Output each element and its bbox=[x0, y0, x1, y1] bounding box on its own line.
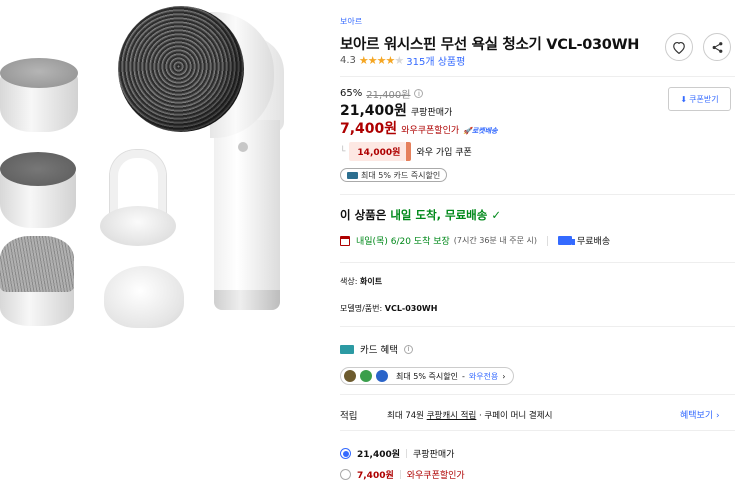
coupon-price-row: 7,400원 와우쿠폰할인가 🚀로켓배송 bbox=[340, 118, 498, 138]
chevron-right-icon: › bbox=[502, 371, 506, 381]
card-icon bbox=[340, 344, 354, 354]
rocket-delivery-badge: 🚀로켓배송 bbox=[463, 127, 498, 135]
coupon-download-button[interactable]: ⬇ 쿠폰받기 bbox=[668, 87, 731, 111]
delivery-date: 내일(목) 6/20 도착 보장 bbox=[356, 237, 450, 247]
model-option: 모델명/품번: VCL-030WH bbox=[340, 304, 438, 313]
radio-selected[interactable] bbox=[340, 448, 351, 459]
review-count-link[interactable]: 315개 상품평 bbox=[406, 53, 465, 68]
card-icon bbox=[347, 171, 358, 179]
calendar-icon bbox=[340, 235, 350, 246]
radio-unselected[interactable] bbox=[340, 469, 351, 480]
divider bbox=[340, 430, 735, 431]
price-option-coupon[interactable]: 7,400원 와우쿠폰할인가 bbox=[340, 468, 465, 481]
heart-icon bbox=[673, 41, 685, 54]
delivery-row: 내일(목) 6/20 도착 보장 (7시간 36분 내 주문 시) 무료배송 bbox=[340, 234, 610, 247]
divider bbox=[340, 394, 735, 395]
wow-coupon-label: 와우 가입 쿠폰 bbox=[416, 148, 472, 158]
truck-icon bbox=[557, 236, 575, 245]
info-icon[interactable]: i bbox=[403, 344, 413, 354]
bank-icon bbox=[376, 370, 388, 382]
sale-price-row: 21,400원 쿠팡판매가 bbox=[340, 100, 452, 120]
option-label: 와우쿠폰할인가 bbox=[406, 471, 465, 481]
bank-icon bbox=[344, 370, 356, 382]
divider bbox=[340, 194, 735, 195]
info-icon[interactable]: i bbox=[414, 89, 424, 98]
cleaner-base-image bbox=[214, 290, 280, 310]
card-discount-badge[interactable]: 최대 5% 카드 즉시할인 bbox=[340, 168, 448, 182]
shipping-fee: 무료배송 bbox=[576, 237, 611, 247]
wall-holder-image bbox=[100, 150, 176, 250]
original-price: 21,400원 bbox=[366, 90, 411, 101]
card-benefit-badge[interactable]: 최대 5% 즉시할인 - 와우전용 › bbox=[340, 367, 515, 385]
color-value: 화이트 bbox=[359, 277, 383, 286]
brush-head-image bbox=[118, 6, 274, 144]
divider bbox=[340, 262, 735, 263]
wishlist-button[interactable] bbox=[665, 33, 693, 61]
option-amount: 21,400원 bbox=[357, 450, 401, 460]
share-icon bbox=[712, 41, 722, 53]
wow-coupon-row: └ 14,000원 와우 가입 쿠폰 bbox=[340, 142, 472, 161]
coupon-button-label: 쿠폰받기 bbox=[689, 94, 719, 104]
sponge-pad-image bbox=[0, 58, 78, 88]
delivery-note: (7시간 36분 내 주문 시) bbox=[453, 236, 537, 245]
rating-row[interactable]: 4.3 ★★★★★ 315개 상품평 bbox=[340, 53, 465, 68]
check-icon: ✓ bbox=[491, 208, 501, 222]
foam-pad-image bbox=[104, 266, 184, 328]
discount-rate: 65% bbox=[340, 88, 363, 99]
rating-score: 4.3 bbox=[340, 55, 356, 66]
model-value: VCL-030WH bbox=[384, 304, 438, 313]
brand-link[interactable]: 보아르 bbox=[340, 16, 362, 27]
bristle-brush-image bbox=[0, 236, 74, 292]
tree-branch-icon: └ bbox=[340, 146, 346, 157]
price-option-sale[interactable]: 21,400원 쿠팡판매가 bbox=[340, 447, 454, 460]
option-label: 쿠팡판매가 bbox=[413, 450, 455, 460]
sale-price: 21,400원 bbox=[340, 103, 407, 119]
reward-row: 적립 최대 74원 쿠팡캐시 적립 · 쿠페이 머니 결제시 bbox=[340, 408, 552, 422]
divider bbox=[340, 326, 735, 327]
card-benefit-title: 카드 혜택 i bbox=[340, 342, 413, 356]
bank-icon bbox=[360, 370, 372, 382]
divider bbox=[340, 76, 735, 77]
download-icon: ⬇ bbox=[680, 94, 688, 104]
color-option: 색상: 화이트 bbox=[340, 277, 383, 286]
delivery-headline: 이 상품은 내일 도착, 무료배송 ✓ bbox=[340, 208, 501, 222]
share-button[interactable] bbox=[703, 33, 731, 61]
scrub-pad-image bbox=[0, 152, 76, 186]
product-info-panel: 보아르 보아르 워시스핀 무선 욕실 청소기 VCL-030WH 4.3 ★★★… bbox=[340, 0, 743, 493]
product-title: 보아르 워시스핀 무선 욕실 청소기 VCL-030WH bbox=[340, 37, 640, 53]
coupang-cash-link[interactable]: 쿠팡캐시 적립 bbox=[427, 411, 477, 421]
star-rating-icon: ★★★★★ bbox=[358, 54, 404, 67]
delivery-highlight: 내일 도착, 무료배송 bbox=[390, 208, 488, 222]
discount-line: 65% 21,400원 i bbox=[340, 86, 424, 101]
reward-key: 적립 bbox=[340, 411, 358, 422]
coupon-price: 7,400원 bbox=[340, 121, 398, 137]
product-image[interactable] bbox=[0, 0, 325, 493]
card-discount-label: 최대 5% 카드 즉시할인 bbox=[361, 170, 441, 180]
sale-price-label: 쿠팡판매가 bbox=[410, 108, 453, 118]
benefit-more-link[interactable]: 혜택보기 › bbox=[680, 408, 720, 421]
wow-coupon-amount: 14,000원 bbox=[349, 142, 412, 161]
option-amount: 7,400원 bbox=[357, 471, 394, 481]
coupon-price-label: 와우쿠폰할인가 bbox=[401, 126, 460, 136]
